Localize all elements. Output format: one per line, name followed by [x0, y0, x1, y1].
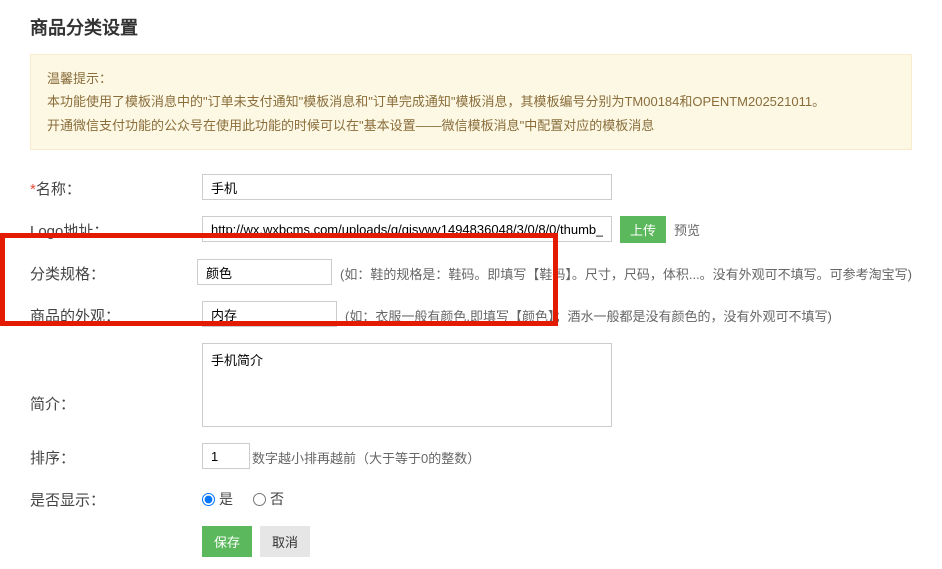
- row-intro: 简介：: [30, 343, 912, 427]
- input-spec[interactable]: [197, 259, 332, 285]
- hint-look: (如：衣服一般有颜色,即填写【颜色】；酒水一般都是没有颜色的，没有外观可不填写): [345, 301, 832, 325]
- alert-box: 温馨提示： 本功能使用了模板消息中的"订单未支付通知"模板消息和"订单完成通知"…: [30, 54, 912, 150]
- label-name: *名称：: [30, 174, 202, 199]
- input-sort[interactable]: [202, 443, 250, 469]
- alert-line-2: 本功能使用了模板消息中的"订单未支付通知"模板消息和"订单完成通知"模板消息，其…: [47, 90, 895, 113]
- alert-line-3: 开通微信支付功能的公众号在使用此功能的时候可以在"基本设置——微信模板消息"中配…: [47, 114, 895, 137]
- row-sort: 排序： 数字越小排再越前（大于等于0的整数）: [30, 443, 912, 469]
- radio-no-wrap[interactable]: 否: [253, 489, 284, 509]
- radio-no-label: 否: [270, 489, 284, 509]
- page-title: 商品分类设置: [0, 0, 942, 54]
- label-intro: 简介：: [30, 343, 202, 414]
- form-area: *名称： Logo地址： 上传 预览 分类规格： (如：鞋的规格是：鞋码。即填写…: [0, 150, 942, 557]
- radio-yes-wrap[interactable]: 是: [202, 489, 233, 509]
- radio-no[interactable]: [253, 493, 266, 506]
- input-logo[interactable]: [202, 216, 612, 242]
- hint-sort: 数字越小排再越前（大于等于0的整数）: [250, 443, 480, 467]
- input-name[interactable]: [202, 174, 612, 200]
- upload-button[interactable]: 上传: [620, 216, 666, 243]
- preview-link[interactable]: 预览: [674, 216, 700, 239]
- row-display: 是否显示： 是 否: [30, 485, 912, 510]
- row-look: 商品的外观： (如：衣服一般有颜色,即填写【颜色】；酒水一般都是没有颜色的，没有…: [30, 301, 912, 327]
- label-display: 是否显示：: [30, 485, 202, 510]
- row-buttons: 保存 取消: [30, 526, 912, 557]
- radio-yes-label: 是: [219, 489, 233, 509]
- row-logo: Logo地址： 上传 预览: [30, 216, 912, 243]
- alert-line-1: 温馨提示：: [47, 67, 895, 90]
- input-intro[interactable]: [202, 343, 612, 427]
- save-button[interactable]: 保存: [202, 526, 252, 557]
- hint-spec: (如：鞋的规格是：鞋码。即填写【鞋码】。尺寸，尺码，体积...。没有外观可不填写…: [340, 259, 912, 283]
- row-spec: 分类规格： (如：鞋的规格是：鞋码。即填写【鞋码】。尺寸，尺码，体积...。没有…: [30, 259, 912, 285]
- label-logo: Logo地址：: [30, 216, 202, 241]
- cancel-button[interactable]: 取消: [260, 526, 310, 557]
- input-look[interactable]: [202, 301, 337, 327]
- label-sort: 排序：: [30, 443, 202, 468]
- label-look: 商品的外观：: [30, 301, 202, 326]
- radio-yes[interactable]: [202, 493, 215, 506]
- label-spec: 分类规格：: [30, 259, 197, 284]
- row-name: *名称：: [30, 174, 912, 200]
